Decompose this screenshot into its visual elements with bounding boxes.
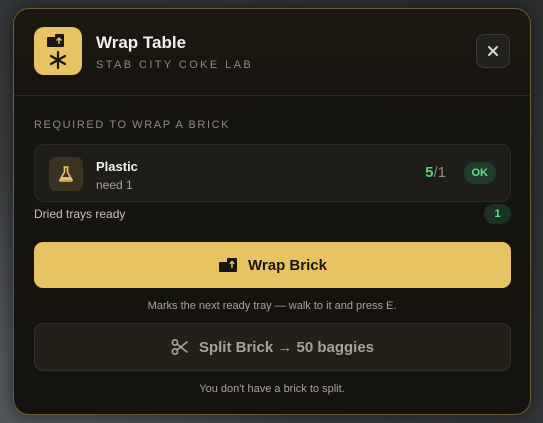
requirement-name: Plastic: [96, 159, 138, 174]
split-brick-label: Split Brick → 50 baggies: [198, 338, 375, 356]
scissors-icon: [171, 339, 188, 355]
requirement-need-count: 1: [437, 164, 446, 181]
requirement-need: need 1: [96, 178, 133, 192]
dialog-title: Wrap Table: [96, 33, 187, 52]
dialog-subtitle: STAB CITY COKE LAB: [96, 59, 254, 71]
status-badge: OK: [463, 162, 496, 184]
wrap-brick-hint: Marks the next ready tray — walk to it a…: [147, 300, 397, 312]
flask-icon: [49, 157, 83, 191]
wrap-brick-button[interactable]: Wrap Brick: [34, 242, 511, 288]
requirements-heading: REQUIRED TO WRAP A BRICK: [34, 119, 231, 131]
wrap-table-icon: [34, 27, 82, 75]
dialog-header: Wrap Table STAB CITY COKE LAB: [14, 9, 530, 96]
close-icon: [488, 46, 498, 56]
dried-trays-label: Dried trays ready: [34, 207, 126, 221]
requirement-item-plastic: Plastic need 1 5/1 OK: [34, 144, 511, 202]
package-icon: [219, 258, 238, 272]
wrap-table-dialog: Wrap Table STAB CITY COKE LAB REQUIRED T…: [13, 8, 531, 415]
split-brick-hint: You don't have a brick to split.: [199, 383, 345, 395]
split-brick-button[interactable]: Split Brick → 50 baggies: [34, 323, 511, 371]
close-button[interactable]: [476, 34, 510, 68]
requirement-count: 5/1: [425, 164, 446, 181]
wrap-brick-label: Wrap Brick: [248, 256, 327, 274]
dried-trays-count-badge: 1: [484, 204, 511, 224]
